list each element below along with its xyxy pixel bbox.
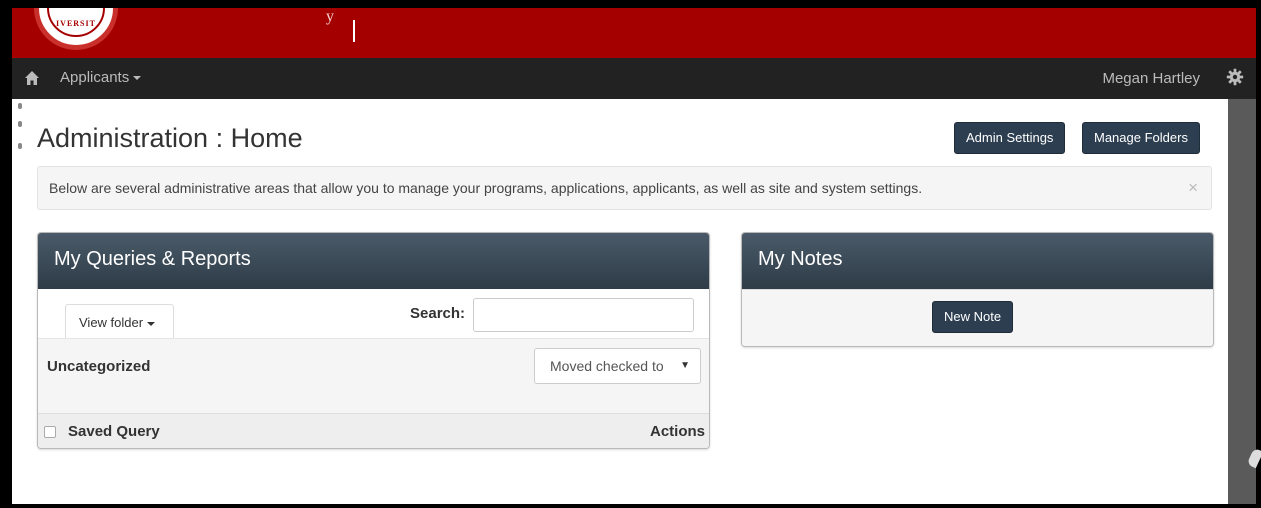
view-folder-tab[interactable]: View folder <box>65 304 174 338</box>
column-header-actions: Actions <box>649 423 705 440</box>
my-notes-panel: My Notes New Note <box>741 232 1214 347</box>
frame-bottom <box>0 504 1261 508</box>
top-navbar: Applicants Megan Hartley <box>12 58 1256 99</box>
page-scrollbar[interactable] <box>1228 99 1261 504</box>
page-title: Administration : Home <box>37 123 303 153</box>
nav-applicants-label: Applicants <box>60 69 130 86</box>
notes-panel-title: My Notes <box>742 233 1213 289</box>
brand-text-fragment: y <box>326 8 334 25</box>
nav-user-name[interactable]: Megan Hartley <box>1102 70 1200 87</box>
move-checked-select[interactable]: Moved checked to ▼ <box>534 348 701 384</box>
admin-settings-button[interactable]: Admin Settings <box>954 122 1066 154</box>
frame-top <box>0 0 1261 8</box>
seal-lettering: IVERSIT <box>56 19 96 28</box>
university-seal-logo[interactable]: IVERSIT <box>34 8 118 50</box>
search-input[interactable] <box>473 298 694 332</box>
nav-applicants-dropdown[interactable]: Applicants <box>60 69 142 86</box>
view-folder-label: View folder <box>79 315 144 330</box>
close-icon[interactable]: × <box>1188 178 1198 198</box>
column-header-saved-query[interactable]: Saved Query <box>68 423 160 440</box>
brand-divider <box>353 20 355 42</box>
select-all-checkbox[interactable] <box>44 426 56 438</box>
search-label: Search: <box>410 305 466 322</box>
left-edge-marks <box>12 99 24 159</box>
select-arrow-icon: ▼ <box>680 360 690 371</box>
info-alert: Below are several administrative areas t… <box>37 166 1212 210</box>
notes-panel-body: New Note <box>742 289 1213 346</box>
caret-down-icon <box>147 321 156 326</box>
folder-row: Uncategorized Moved checked to ▼ <box>38 338 709 413</box>
queries-panel-title: My Queries & Reports <box>38 233 709 289</box>
brand-header: IVERSIT y <box>12 8 1256 58</box>
gear-icon[interactable] <box>1226 68 1244 86</box>
queries-table-header: Saved Query Actions <box>38 413 709 448</box>
info-alert-text: Below are several administrative areas t… <box>49 180 923 196</box>
home-icon[interactable] <box>24 70 40 86</box>
folder-name: Uncategorized <box>47 358 151 375</box>
frame-left <box>0 0 12 508</box>
frame-right <box>1256 0 1261 508</box>
manage-folders-button[interactable]: Manage Folders <box>1082 122 1200 154</box>
new-note-button[interactable]: New Note <box>932 301 1014 333</box>
caret-down-icon <box>133 76 142 81</box>
move-select-value: Moved checked to <box>550 358 664 374</box>
queries-reports-panel: My Queries & Reports View folder Search:… <box>37 232 710 449</box>
